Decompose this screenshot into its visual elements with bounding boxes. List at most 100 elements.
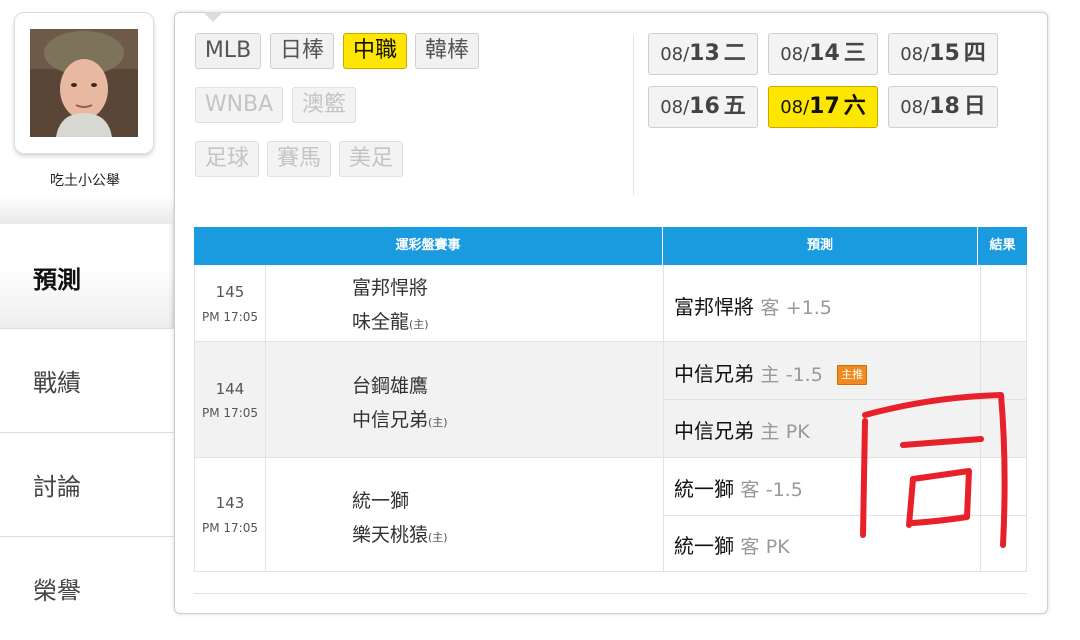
nav-item-label: 榮譽 [33,577,81,605]
date-weekday: 六 [843,94,866,119]
avatar [30,29,138,137]
header-result: 結果 [989,238,1016,253]
prediction-pick: 富邦悍將 客 +1.5 [674,291,832,320]
pick-side: 客 [740,536,760,558]
date-day: 17 [809,94,840,119]
divider [633,35,634,195]
home-mark: (主) [428,531,448,544]
game-number-cell: 143 PM 17:05 [195,458,266,571]
game-time: PM 17:05 [202,521,258,535]
date-weekday: 二 [723,41,746,66]
featured-pick-badge: 主推 [837,365,868,385]
handwritten-annotation [860,392,1008,548]
date-button-0815[interactable]: 08/15 四 [888,33,998,75]
date-button-0817[interactable]: 08/17 六 [768,86,878,128]
table-row: 145 PM 17:05 富邦悍將 味全龍(主) 富邦悍將 客 +1.5 [194,265,1027,342]
pick-side: 主 [760,421,780,443]
game-number-cell: 145 PM 17:05 [195,265,266,341]
date-day: 18 [929,94,960,119]
nav-item-label: 預測 [33,266,81,294]
date-month: 08/ [900,97,930,118]
nav-item-honor[interactable]: 榮譽 [0,536,175,640]
prediction-pick: 中信兄弟 主 PK [674,415,810,444]
pick-line: PK [785,421,810,443]
date-weekday: 三 [843,41,866,66]
nav-item-label: 戰績 [33,369,81,397]
category-chip-horse-racing[interactable]: 賽馬 [267,141,331,177]
prediction-cell: 富邦悍將 客 +1.5 [663,265,981,341]
category-chip-kbo[interactable]: 韓棒 [415,33,479,69]
pick-team: 富邦悍將 [674,295,754,319]
category-chip-nbl[interactable]: 澳籃 [292,87,356,123]
date-weekday: 五 [723,94,746,119]
pick-team: 中信兄弟 [674,362,754,386]
matchup: 統一獅 樂天桃猿(主) [352,484,448,555]
date-month: 08/ [780,97,810,118]
sidebar-divider [0,196,175,224]
pick-line: -1.5 [785,364,823,386]
category-chip-npb[interactable]: 日棒 [270,33,334,69]
date-day: 14 [809,41,840,66]
category-chip-mlb[interactable]: MLB [195,33,261,69]
pick-side: 客 [740,479,760,501]
game-number: 144 [215,380,245,398]
prediction-pick: 統一獅 客 PK [674,530,790,559]
matchup: 台鋼雄鷹 中信兄弟(主) [352,369,448,440]
away-team: 富邦悍將 [352,277,429,299]
nav-item-record[interactable]: 戰績 [0,328,175,432]
pointer-notch [203,12,223,22]
category-chip-soccer[interactable]: 足球 [195,141,259,177]
pick-side: 客 [760,297,780,319]
home-team: 味全龍 [352,311,410,333]
nav-item-prediction[interactable]: 預測 [0,224,175,328]
date-button-0816[interactable]: 08/16 五 [648,86,758,128]
pick-line: +1.5 [785,297,832,319]
date-day: 13 [689,41,720,66]
pick-side: 主 [760,364,780,386]
date-button-0813[interactable]: 08/13 二 [648,33,758,75]
prediction-pick: 統一獅 客 -1.5 [674,473,803,502]
pick-team: 中信兄弟 [674,419,754,443]
game-number: 143 [215,494,245,512]
date-button-0814[interactable]: 08/14 三 [768,33,878,75]
date-weekday: 日 [963,94,986,119]
category-chip-cpbl[interactable]: 中職 [343,33,407,69]
away-team: 統一獅 [352,490,410,512]
header-event: 運彩盤賽事 [194,227,663,265]
main-panel: MLB 日棒 中職 韓棒 WNBA 澳籃 足球 賽馬 美足 08/13 二 08/… [174,12,1048,614]
username: 吃土小公舉 [50,173,120,189]
home-mark: (主) [428,416,448,429]
table-header: 運彩盤賽事 預測 結果 [194,227,1027,265]
date-month: 08/ [780,44,810,65]
date-button-0818[interactable]: 08/18 日 [888,86,998,128]
game-number: 145 [215,283,245,301]
away-team: 台鋼雄鷹 [352,375,429,397]
date-weekday: 四 [963,41,986,66]
category-chip-wnba[interactable]: WNBA [195,87,283,123]
home-team: 樂天桃猿 [352,524,429,546]
game-number-cell: 144 PM 17:05 [195,342,266,457]
pick-line: PK [765,536,790,558]
home-team: 中信兄弟 [352,409,429,431]
header-prediction: 預測 [663,227,978,265]
game-time: PM 17:05 [202,310,258,324]
home-team-line: 中信兄弟(主) [352,403,448,440]
sidebar: 吃土小公舉 預測 戰績 討論 榮譽 [0,0,175,640]
date-month: 08/ [660,44,690,65]
prediction-pick: 中信兄弟 主 -1.5 主推 [674,358,868,387]
avatar-card[interactable] [14,12,154,154]
category-chip-nfl[interactable]: 美足 [339,141,403,177]
matchup: 富邦悍將 味全龍(主) [352,271,429,342]
nav-item-label: 討論 [33,473,81,501]
home-mark: (主) [409,318,429,331]
home-team-line: 樂天桃猿(主) [352,518,448,555]
date-day: 15 [929,41,960,66]
nav-item-discussion[interactable]: 討論 [0,432,175,536]
date-month: 08/ [900,44,930,65]
pick-team: 統一獅 [674,534,734,558]
date-day: 16 [689,94,720,119]
pick-line: -1.5 [765,479,803,501]
date-month: 08/ [660,97,690,118]
home-team-line: 味全龍(主) [352,305,429,342]
game-time: PM 17:05 [202,406,258,420]
